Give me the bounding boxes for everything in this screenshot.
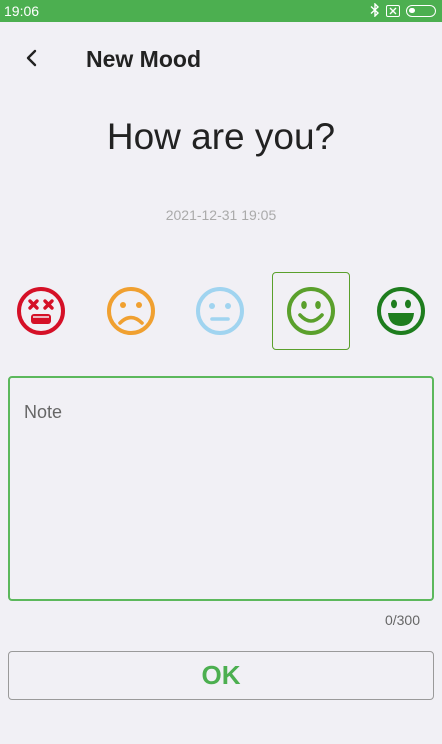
status-time: 19:06 bbox=[4, 3, 40, 19]
note-field-container bbox=[8, 376, 434, 601]
no-sim-icon bbox=[386, 5, 400, 17]
grinning-face-icon bbox=[377, 287, 425, 335]
smiling-face-icon bbox=[287, 287, 335, 335]
mood-option-great[interactable] bbox=[362, 272, 440, 350]
bluetooth-icon bbox=[370, 2, 380, 19]
app-bar: New Mood bbox=[0, 22, 442, 94]
mood-option-awful[interactable] bbox=[2, 272, 80, 350]
timestamp[interactable]: 2021-12-31 19:05 bbox=[0, 207, 442, 223]
status-bar: 19:06 bbox=[0, 0, 442, 22]
mood-option-meh[interactable] bbox=[181, 272, 259, 350]
back-button[interactable] bbox=[16, 42, 48, 74]
mood-option-good[interactable] bbox=[272, 272, 350, 350]
mood-selector bbox=[0, 272, 442, 350]
mood-question: How are you? bbox=[106, 116, 336, 157]
note-input[interactable] bbox=[10, 378, 432, 599]
frowning-face-icon bbox=[107, 287, 155, 335]
neutral-face-icon bbox=[196, 287, 244, 335]
page-title: New Mood bbox=[86, 46, 201, 72]
status-icons bbox=[370, 2, 436, 19]
chevron-left-icon bbox=[26, 49, 37, 67]
battery-icon bbox=[406, 5, 436, 17]
dizzy-face-icon bbox=[17, 287, 65, 335]
mood-option-bad[interactable] bbox=[92, 272, 170, 350]
note-char-counter: 0/300 bbox=[384, 612, 420, 628]
ok-button[interactable]: OK bbox=[8, 651, 434, 700]
